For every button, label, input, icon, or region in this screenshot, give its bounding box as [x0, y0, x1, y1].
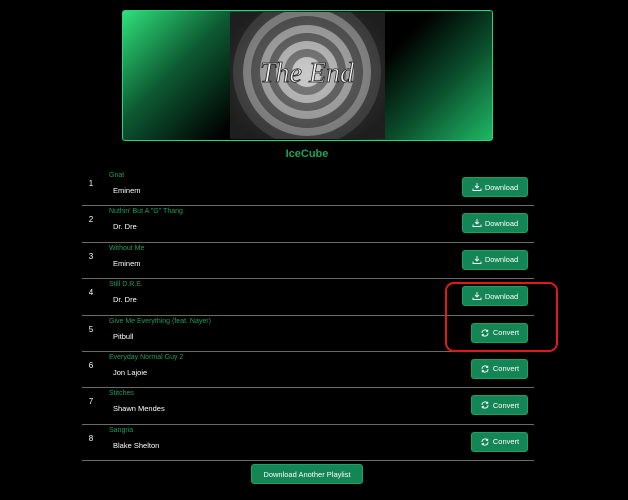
track-title: Stitches: [109, 390, 134, 398]
track-title: Everyday Normal Guy 2: [109, 353, 184, 361]
page: The End IceCube 1 Gnat Eminem Download 2 Nuth…: [0, 0, 628, 500]
convert-button[interactable]: Convert: [471, 431, 528, 452]
button-label: Convert: [492, 437, 520, 447]
track-row: 3 Without Me Eminem Download: [82, 243, 534, 280]
download-icon: [472, 218, 482, 228]
download-button[interactable]: Download: [462, 286, 528, 307]
track-number: 2: [88, 215, 94, 225]
track-artist: Eminem: [113, 258, 141, 268]
track-title: Still D.R.E.: [109, 281, 143, 289]
track-number: 1: [88, 179, 94, 188]
track-number: 7: [88, 397, 94, 407]
sync-icon: [480, 328, 490, 338]
track-list: 1 Gnat Eminem Download 2 Nuthin' But A "G" Th…: [82, 170, 534, 462]
button-label: Download: [484, 255, 519, 265]
track-title: Gnat: [109, 172, 125, 179]
track-artist: Dr. Dre: [113, 295, 137, 305]
track-artist: Eminem: [113, 186, 141, 195]
track-row: 8 Sangria Blake Shelton Convert: [82, 425, 534, 462]
track-title: Sangria: [109, 426, 134, 434]
track-title: Without Me: [109, 244, 145, 252]
track-title: Give Me Everything (feat. Nayer): [109, 317, 211, 325]
download-icon: [472, 255, 482, 265]
track-artist: Blake Shelton: [113, 440, 160, 450]
playlist-cover: The End: [122, 10, 493, 141]
convert-button[interactable]: Convert: [471, 395, 528, 416]
the-end-artwork: The End: [230, 12, 385, 139]
download-button[interactable]: Download: [462, 213, 528, 234]
sync-icon: [480, 364, 490, 374]
track-number: 6: [88, 360, 94, 370]
button-label: Download: [484, 182, 519, 192]
download-another-playlist-button[interactable]: Download Another Playlist: [251, 464, 363, 484]
track-row: 5 Give Me Everything (feat. Nayer) Pitbull…: [82, 316, 534, 352]
track-artist: Dr. Dre: [113, 222, 137, 232]
track-row: 7 Stitches Shawn Mendes Convert: [82, 388, 534, 425]
track-number: 5: [88, 324, 94, 334]
button-label: Convert: [492, 364, 520, 374]
button-label: Download: [484, 291, 519, 301]
track-artist: Pitbull: [113, 331, 134, 341]
download-icon: [472, 182, 482, 192]
sync-icon: [480, 437, 490, 447]
track-title: Nuthin' But A "G" Thang: [109, 208, 183, 216]
track-row: 4 Still D.R.E. Dr. Dre Download: [82, 279, 534, 316]
track-number: 4: [88, 288, 94, 298]
cover-title-text: The End: [260, 58, 355, 89]
album-art: The End: [230, 12, 385, 139]
track-artist: Jon Lajoie: [113, 367, 148, 377]
playlist-title: IceCube: [285, 148, 329, 160]
convert-button[interactable]: Convert: [471, 358, 528, 379]
track-number: 3: [88, 251, 94, 261]
sync-icon: [480, 400, 490, 410]
download-button[interactable]: Download: [462, 177, 528, 197]
download-icon: [472, 291, 482, 301]
track-row: 1 Gnat Eminem Download: [82, 170, 534, 207]
track-row: 2 Nuthin' But A "G" Thang Dr. Dre Download: [82, 206, 534, 243]
track-artist: Shawn Mendes: [113, 404, 165, 414]
button-label: Download: [484, 218, 519, 228]
download-button[interactable]: Download: [462, 249, 528, 270]
track-row: 6 Everyday Normal Guy 2 Jon Lajoie Convert: [82, 352, 534, 389]
button-label: Convert: [492, 328, 520, 338]
button-label: Convert: [492, 400, 520, 410]
convert-button[interactable]: Convert: [471, 322, 528, 343]
track-number: 8: [88, 433, 94, 443]
